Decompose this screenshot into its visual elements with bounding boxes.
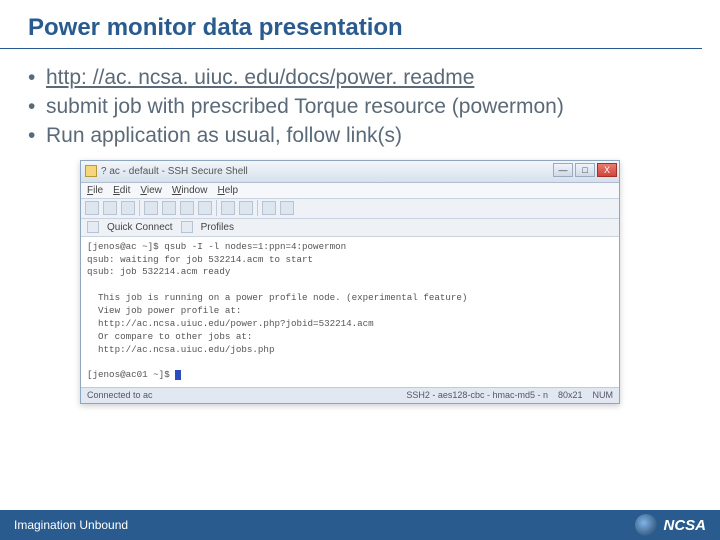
statusbar: Connected to ac SSH2 - aes128-cbc - hmac… bbox=[81, 387, 619, 403]
minimize-button[interactable]: — bbox=[553, 163, 573, 177]
menu-window[interactable]: Window bbox=[172, 185, 208, 196]
footer-tagline: Imagination Unbound bbox=[14, 518, 128, 532]
window-title-text: ? ac - default - SSH Secure Shell bbox=[101, 166, 248, 177]
toolbar-icon[interactable] bbox=[103, 201, 117, 215]
toolbar-icon[interactable] bbox=[239, 201, 253, 215]
menubar: FFileile Edit View Window Help bbox=[81, 183, 619, 199]
bullet-item: Run application as usual, follow link(s) bbox=[46, 123, 690, 150]
menu-view[interactable]: View bbox=[140, 185, 162, 196]
status-size: 80x21 bbox=[558, 390, 583, 400]
toolbar-icon[interactable] bbox=[85, 201, 99, 215]
profiles-label[interactable]: Profiles bbox=[201, 222, 234, 233]
quick-connect-icon[interactable] bbox=[87, 221, 99, 233]
app-icon bbox=[85, 165, 97, 177]
bullet-item: submit job with prescribed Torque resour… bbox=[46, 94, 690, 121]
toolbar-icon[interactable] bbox=[180, 201, 194, 215]
toolbar-separator bbox=[216, 200, 217, 216]
menu-edit[interactable]: Edit bbox=[113, 185, 130, 196]
window-titlebar: ? ac - default - SSH Secure Shell — □ X bbox=[81, 161, 619, 183]
readme-link[interactable]: http: //ac. ncsa. uiuc. edu/docs/power. … bbox=[46, 66, 474, 89]
toolbar-icon[interactable] bbox=[221, 201, 235, 215]
close-button[interactable]: X bbox=[597, 163, 617, 177]
slide-title: Power monitor data presentation bbox=[0, 0, 702, 49]
ssh-window: ? ac - default - SSH Secure Shell — □ X … bbox=[80, 160, 620, 404]
menu-file[interactable]: FFileile bbox=[87, 185, 103, 196]
cursor-icon bbox=[175, 370, 181, 380]
profiles-icon[interactable] bbox=[181, 221, 193, 233]
ncsa-logo-text: NCSA bbox=[663, 517, 706, 534]
toolbar-separator bbox=[257, 200, 258, 216]
quickbar: Quick Connect Profiles bbox=[81, 219, 619, 237]
toolbar-icon[interactable] bbox=[262, 201, 276, 215]
status-ssh: SSH2 - aes128-cbc - hmac-md5 - n bbox=[406, 390, 548, 400]
ncsa-logo: NCSA bbox=[635, 514, 706, 536]
ncsa-swirl-icon bbox=[635, 514, 657, 536]
quick-connect-label[interactable]: Quick Connect bbox=[107, 222, 173, 233]
status-num: NUM bbox=[593, 390, 614, 400]
terminal-text: [jenos@ac ~]$ qsub -I -l nodes=1:ppn=4:p… bbox=[87, 241, 467, 381]
toolbar-icon[interactable] bbox=[198, 201, 212, 215]
toolbar-separator bbox=[139, 200, 140, 216]
terminal-body[interactable]: [jenos@ac ~]$ qsub -I -l nodes=1:ppn=4:p… bbox=[81, 237, 619, 387]
toolbar bbox=[81, 199, 619, 219]
status-left: Connected to ac bbox=[87, 390, 153, 400]
toolbar-icon[interactable] bbox=[144, 201, 158, 215]
toolbar-icon[interactable] bbox=[280, 201, 294, 215]
menu-help[interactable]: Help bbox=[217, 185, 238, 196]
bullet-list: http: //ac. ncsa. uiuc. edu/docs/power. … bbox=[0, 49, 720, 150]
bullet-link-item: http: //ac. ncsa. uiuc. edu/docs/power. … bbox=[46, 65, 690, 92]
toolbar-icon[interactable] bbox=[162, 201, 176, 215]
maximize-button[interactable]: □ bbox=[575, 163, 595, 177]
footer-bar: Imagination Unbound NCSA bbox=[0, 510, 720, 540]
toolbar-icon[interactable] bbox=[121, 201, 135, 215]
